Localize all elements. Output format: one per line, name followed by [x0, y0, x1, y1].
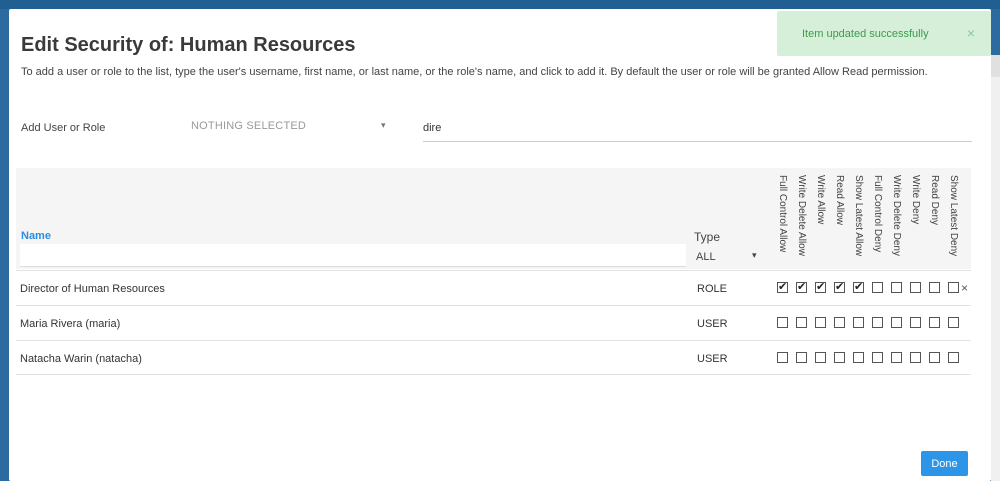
row-type: ROLE — [697, 283, 727, 295]
perm-col-read-deny: Read Deny — [927, 175, 943, 267]
table-row: Director of Human Resources ROLE × — [16, 270, 971, 305]
permission-checkbox[interactable] — [929, 352, 940, 363]
done-button[interactable]: Done — [921, 451, 968, 476]
permission-checkbox[interactable] — [853, 317, 864, 328]
row-name: Natacha Warin (natacha) — [20, 353, 142, 365]
permission-checkbox[interactable] — [777, 352, 788, 363]
chevron-down-icon: ▾ — [381, 120, 386, 130]
perm-col-label: Show Latest Deny — [948, 175, 959, 257]
success-toast: Item updated successfully × — [777, 11, 991, 56]
permission-checkbox[interactable] — [796, 352, 807, 363]
chevron-down-icon: ▾ — [752, 250, 757, 260]
perm-col-write-allow: Write Allow — [813, 175, 829, 267]
permission-checkbox[interactable] — [834, 280, 845, 293]
perm-col-label: Read Deny — [929, 175, 940, 226]
permission-checkbox[interactable] — [815, 280, 826, 293]
dialog-description: To add a user or role to the list, type … — [21, 66, 928, 78]
permissions-table: Name Type ALL ▾ Full Control Allow Write… — [16, 159, 971, 375]
perm-col-label: Show Latest Allow — [853, 175, 864, 257]
permission-checkbox[interactable] — [948, 282, 959, 293]
name-column-header[interactable]: Name — [21, 230, 51, 242]
name-filter-input[interactable] — [20, 244, 686, 267]
table-row: Natacha Warin (natacha) USER — [16, 340, 971, 375]
permission-checkbox[interactable] — [891, 282, 902, 293]
permission-checkbox[interactable] — [910, 282, 921, 293]
permission-checkbox[interactable] — [891, 317, 902, 328]
perm-col-write-delete-deny: Write Delete Deny — [889, 175, 905, 267]
type-column-header: Type — [694, 230, 721, 244]
row-type: USER — [697, 353, 728, 365]
user-role-select[interactable]: NOTHING SELECTED ▾ — [191, 114, 401, 140]
perm-col-read-allow: Read Allow — [832, 175, 848, 267]
type-filter-select[interactable]: ALL ▾ — [694, 245, 764, 267]
row-name: Director of Human Resources — [20, 283, 165, 295]
dialog-title: Edit Security of: Human Resources — [21, 34, 356, 56]
permission-checkbox[interactable] — [796, 280, 807, 293]
permission-checkbox[interactable] — [853, 280, 864, 293]
permission-checkbox[interactable] — [796, 317, 807, 328]
permission-checkbox[interactable] — [834, 317, 845, 328]
perm-col-label: Full Control Allow — [777, 175, 788, 253]
scrollbar-thumb[interactable] — [991, 55, 1000, 77]
permission-checkbox[interactable] — [929, 317, 940, 328]
remove-row-icon[interactable]: × — [961, 281, 968, 295]
type-filter-value: ALL — [696, 251, 716, 263]
permission-checkbox[interactable] — [872, 282, 883, 293]
permission-checkbox[interactable] — [872, 317, 883, 328]
permission-checkbox[interactable] — [777, 317, 788, 328]
perm-col-full-control-allow: Full Control Allow — [775, 175, 791, 267]
toast-close-icon[interactable]: × — [967, 25, 975, 41]
permission-checkbox[interactable] — [910, 352, 921, 363]
perm-col-label: Read Allow — [834, 175, 845, 226]
permission-checkbox[interactable] — [891, 352, 902, 363]
permission-checkbox[interactable] — [929, 282, 940, 293]
toast-message: Item updated successfully — [802, 28, 929, 40]
perm-col-label: Write Allow — [815, 175, 826, 225]
perm-col-show-latest-allow: Show Latest Allow — [851, 175, 867, 267]
permission-checkbox[interactable] — [910, 317, 921, 328]
permission-checkbox[interactable] — [872, 352, 883, 363]
user-role-select-value: NOTHING SELECTED — [191, 120, 307, 132]
user-role-search-input[interactable] — [423, 115, 972, 142]
permission-checkbox[interactable] — [853, 352, 864, 363]
permission-checkbox[interactable] — [777, 280, 788, 293]
permission-checkbox[interactable] — [815, 352, 826, 363]
perm-col-label: Write Delete Deny — [891, 175, 902, 256]
right-edge-panel — [991, 56, 1000, 481]
add-user-or-role-label: Add User or Role — [21, 122, 106, 134]
perm-col-full-control-deny: Full Control Deny — [870, 175, 886, 267]
perm-col-label: Full Control Deny — [872, 175, 883, 253]
table-row: Maria Rivera (maria) USER — [16, 305, 971, 340]
permission-checkbox[interactable] — [815, 317, 826, 328]
perm-col-write-delete-allow: Write Delete Allow — [794, 175, 810, 267]
permission-checkbox[interactable] — [948, 352, 959, 363]
perm-col-write-deny: Write Deny — [908, 175, 924, 267]
permission-checkbox[interactable] — [834, 352, 845, 363]
row-name: Maria Rivera (maria) — [20, 318, 121, 330]
perm-col-label: Write Delete Allow — [796, 175, 807, 256]
perm-col-label: Write Deny — [910, 175, 921, 225]
permission-checkbox[interactable] — [948, 317, 959, 328]
app-top-bar — [0, 0, 1000, 9]
perm-col-show-latest-deny: Show Latest Deny — [946, 175, 962, 267]
row-type: USER — [697, 318, 728, 330]
